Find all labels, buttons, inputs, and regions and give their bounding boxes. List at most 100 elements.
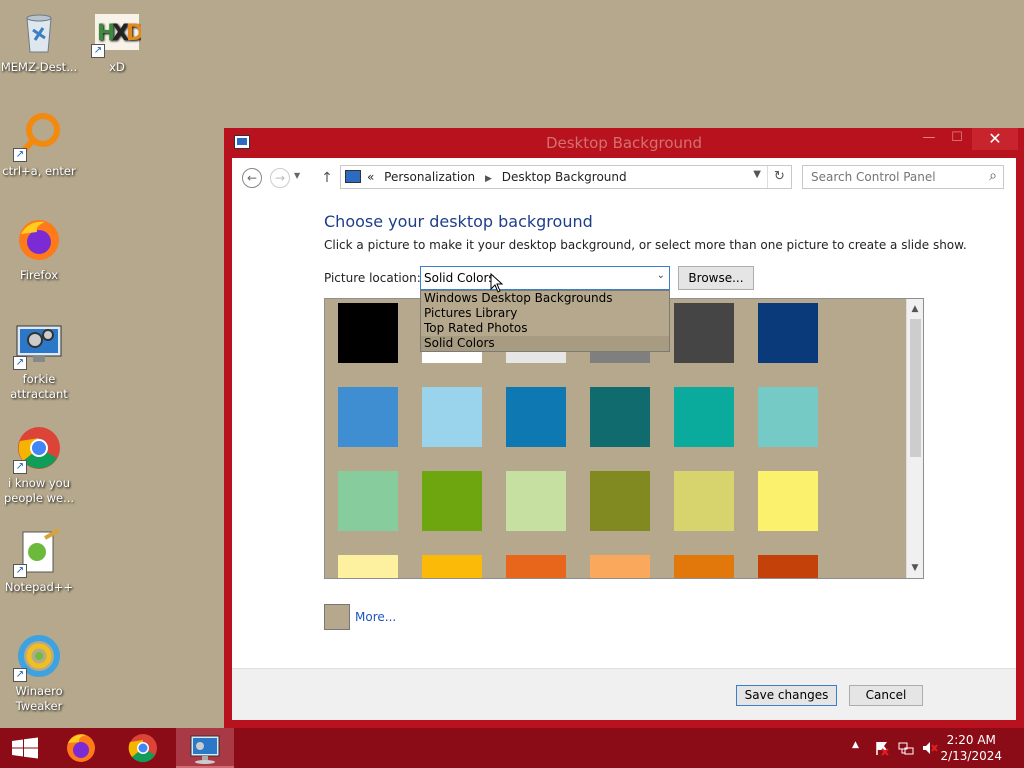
up-button[interactable]: ↑ <box>318 168 336 188</box>
desktop-icon-xd[interactable]: HXD ↗ xD <box>78 8 156 75</box>
mouse-cursor-icon <box>490 273 504 293</box>
breadcrumb: « Personalization ▶ Desktop Background <box>367 170 633 184</box>
title-bar[interactable]: Desktop Background — ☐ ✕ <box>224 128 1024 158</box>
color-swatch[interactable] <box>590 387 650 447</box>
scroll-up-icon[interactable]: ▲ <box>907 301 923 317</box>
scroll-down-icon[interactable]: ▼ <box>907 560 923 576</box>
firefox-icon <box>67 734 95 762</box>
color-swatch[interactable] <box>338 387 398 447</box>
color-swatch[interactable] <box>338 303 398 363</box>
minimize-button[interactable]: — <box>914 128 944 150</box>
picture-location-select[interactable]: Solid Colors ⌄ <box>420 266 670 290</box>
breadcrumb-desktop-background[interactable]: Desktop Background <box>502 170 627 184</box>
refresh-icon[interactable]: ↻ <box>767 166 791 188</box>
desktop-icon-ctrl-a[interactable]: ↗ ctrl+a, enter <box>0 112 78 179</box>
back-button[interactable]: ← <box>242 168 262 188</box>
clock-time: 2:20 AM <box>946 733 996 747</box>
desktop-icon-label: MEMZ-Dest... <box>0 60 78 74</box>
notepadpp-icon: ↗ <box>13 528 63 578</box>
forward-button[interactable]: → <box>270 168 290 188</box>
clock-date: 2/13/2024 <box>940 749 1002 763</box>
current-color-swatch[interactable] <box>324 604 350 630</box>
color-swatch[interactable] <box>758 555 818 578</box>
color-swatch[interactable] <box>506 387 566 447</box>
start-button[interactable] <box>0 728 50 768</box>
search-ring-icon: ↗ <box>13 112 63 162</box>
page-title: Choose your desktop background <box>324 212 593 231</box>
address-bar[interactable]: « Personalization ▶ Desktop Background ▼… <box>340 165 792 189</box>
desktop-icon-label: Winaero Tweaker <box>15 684 63 713</box>
svg-text:D: D <box>126 21 141 46</box>
page-description: Click a picture to make it your desktop … <box>324 238 967 252</box>
color-swatch[interactable] <box>674 303 734 363</box>
picture-location-label: Picture location: <box>324 271 421 285</box>
network-icon[interactable] <box>898 740 914 756</box>
desktop-icon-firefox[interactable]: Firefox <box>0 216 78 283</box>
color-swatch[interactable] <box>674 555 734 578</box>
recycle-bin-icon <box>15 8 63 56</box>
taskbar-control-panel[interactable] <box>176 728 234 768</box>
gear-monitor-icon: ↗ <box>13 320 63 370</box>
dropdown-option-top-rated[interactable]: Top Rated Photos <box>421 321 669 336</box>
color-swatch[interactable] <box>506 471 566 531</box>
picture-location-dropdown: Windows Desktop Backgrounds Pictures Lib… <box>420 290 670 352</box>
firefox-icon <box>15 216 63 264</box>
gallery-scrollbar[interactable]: ▲ ▼ <box>906 299 923 578</box>
scroll-thumb[interactable] <box>910 319 921 457</box>
desktop-icon-label: Notepad++ <box>4 580 74 594</box>
color-swatch[interactable] <box>506 555 566 578</box>
hxd-icon: HXD ↗ <box>91 8 144 58</box>
desktop-icon-label: forkie attractant <box>10 372 68 401</box>
browse-button[interactable]: Browse... <box>678 266 754 290</box>
color-swatch[interactable] <box>674 387 734 447</box>
show-hidden-icons-icon[interactable]: ▲ <box>852 740 859 750</box>
color-swatch[interactable] <box>758 471 818 531</box>
search-box[interactable]: ⌕ <box>802 165 1004 189</box>
window-client: ← → ▼ ↑ « Personalization ▶ Desktop Back… <box>232 158 1016 720</box>
search-input[interactable] <box>811 170 981 184</box>
windows-logo-icon <box>12 737 38 759</box>
desktop-icon-notepadpp[interactable]: ↗ Notepad++ <box>0 528 78 595</box>
color-swatch[interactable] <box>590 555 650 578</box>
desktop-icon-forkie[interactable]: ↗ forkie attractant <box>0 320 78 402</box>
color-swatch[interactable] <box>422 471 482 531</box>
action-bar: Save changes Cancel <box>232 668 1016 720</box>
color-swatch[interactable] <box>758 387 818 447</box>
dropdown-option-windows-backgrounds[interactable]: Windows Desktop Backgrounds <box>421 291 669 306</box>
recent-pages-chevron-icon[interactable]: ▼ <box>294 171 300 180</box>
desktop-icon-label: Firefox <box>19 268 59 282</box>
desktop-icon-chrome[interactable]: ↗ i know you people we... <box>0 424 78 506</box>
cancel-button[interactable]: Cancel <box>849 685 923 706</box>
breadcrumb-personalization[interactable]: Personalization <box>384 170 475 184</box>
dropdown-option-solid-colors[interactable]: Solid Colors <box>421 336 669 351</box>
taskbar-clock[interactable]: 2:20 AM 2/13/2024 <box>940 732 1002 764</box>
control-panel-icon <box>190 735 220 764</box>
dropdown-option-pictures-library[interactable]: Pictures Library <box>421 306 669 321</box>
desktop-icon-winaero[interactable]: ↗ Winaero Tweaker <box>0 632 78 714</box>
color-swatch[interactable] <box>338 471 398 531</box>
desktop-icon-label: xD <box>109 60 125 74</box>
color-swatch[interactable] <box>422 387 482 447</box>
volume-muted-icon[interactable] <box>922 740 938 756</box>
color-swatch[interactable] <box>674 471 734 531</box>
color-swatch[interactable] <box>590 471 650 531</box>
control-panel-icon <box>345 170 361 183</box>
color-swatch[interactable] <box>338 555 398 578</box>
taskbar-chrome[interactable] <box>114 728 172 768</box>
maximize-button[interactable]: ☐ <box>942 128 972 150</box>
action-center-flag-icon[interactable] <box>874 740 890 756</box>
desktop-icon-memz[interactable]: MEMZ-Dest... <box>0 8 78 75</box>
chevron-down-icon[interactable]: ▼ <box>753 169 761 180</box>
chevron-down-icon[interactable]: ⌄ <box>657 270 665 281</box>
search-icon[interactable]: ⌕ <box>989 168 997 184</box>
picture-location-value: Solid Colors <box>424 271 495 285</box>
save-changes-button[interactable]: Save changes <box>736 685 837 706</box>
taskbar: ▲ 2:20 AM 2/13/2024 <box>0 728 1024 768</box>
close-button[interactable]: ✕ <box>972 128 1018 150</box>
color-swatch[interactable] <box>422 555 482 578</box>
color-swatch[interactable] <box>758 303 818 363</box>
chevron-right-icon[interactable]: ▶ <box>485 174 492 184</box>
taskbar-firefox[interactable] <box>52 728 110 768</box>
desktop-background-window: Desktop Background — ☐ ✕ ← → ▼ ↑ « Perso… <box>224 128 1024 728</box>
more-colors-link[interactable]: More... <box>355 610 396 624</box>
